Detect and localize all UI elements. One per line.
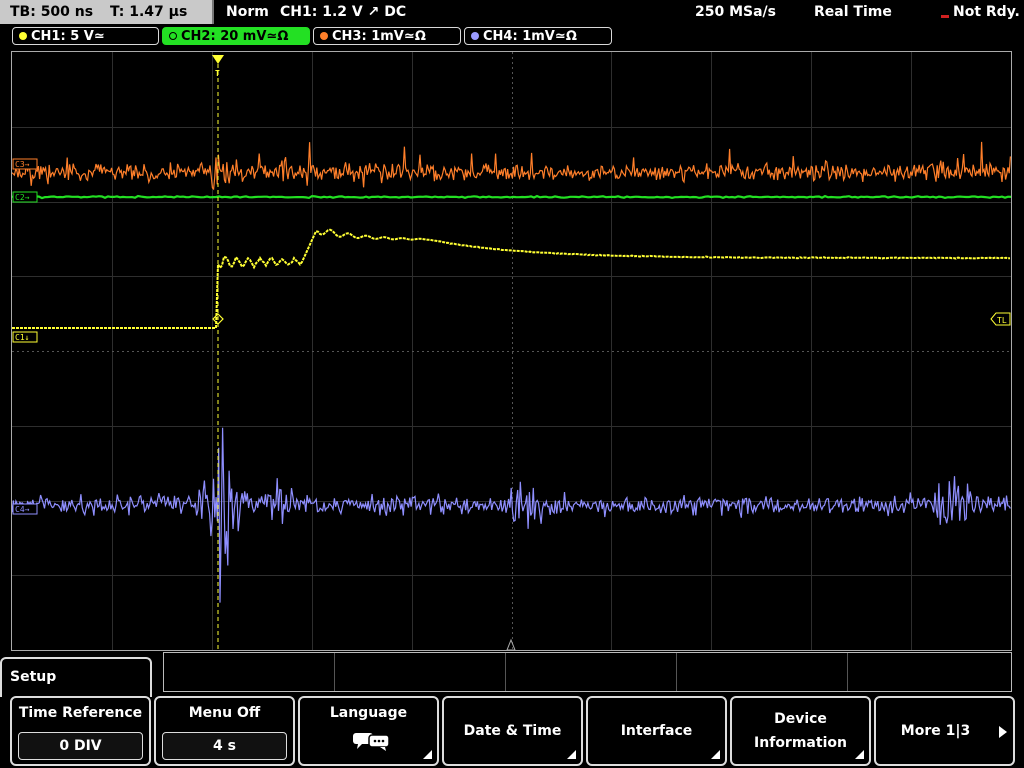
waveform-display[interactable]: T C3→ C2→ C1↓ C4→ TL: [11, 51, 1012, 651]
channel-4-dot-icon: [471, 32, 479, 40]
channel-2-trace: [12, 194, 1011, 200]
time-reference-softkey[interactable]: Time Reference 0 DIV: [10, 696, 151, 766]
timebase-label: TB: 500 ns: [10, 4, 94, 20]
channel-1-dot-icon: [19, 32, 27, 40]
more-softkey[interactable]: More 1|3: [874, 696, 1015, 766]
trigger-info-label[interactable]: CH1: 1.2 V ↗ DC: [280, 0, 406, 24]
channel-4-button[interactable]: CH4: 1mV≃Ω: [464, 27, 612, 45]
device-information-softkey[interactable]: Device Information: [730, 696, 871, 766]
trigger-time-label: T: 1.47 µs: [109, 4, 188, 20]
speech-bubbles-icon: [352, 730, 392, 756]
channel-4-trace: [12, 427, 1011, 603]
trigger-level-marker[interactable]: TL: [990, 312, 1011, 326]
menu-off-value[interactable]: 4 s: [162, 732, 287, 760]
device-information-label: Device Information: [754, 711, 847, 751]
svg-text:C3→: C3→: [15, 160, 30, 169]
submenu-indicator-icon: [567, 750, 576, 759]
time-reference-label: Time Reference: [18, 705, 143, 721]
info-cell: [677, 653, 848, 691]
menu-off-label: Menu Off: [188, 705, 261, 721]
interface-label: Interface: [620, 723, 693, 739]
trigger-position-label: T: [215, 69, 220, 78]
channel-1-trace: [12, 228, 1011, 329]
svg-text:C1↓: C1↓: [15, 333, 29, 342]
svg-text:TL: TL: [997, 316, 1007, 325]
timebase-box[interactable]: TB: 500 ns T: 1.47 µs: [0, 0, 214, 24]
date-time-label: Date & Time: [463, 723, 562, 739]
channel-3-marker[interactable]: C3→: [12, 158, 38, 170]
interface-softkey[interactable]: Interface: [586, 696, 727, 766]
channel-3-trace: [12, 141, 1011, 191]
status-bar: TB: 500 ns T: 1.47 µs Norm CH1: 1.2 V ↗ …: [0, 0, 1024, 26]
submenu-indicator-icon: [423, 750, 432, 759]
channel-1-marker[interactable]: C1↓: [12, 331, 38, 343]
svg-text:C2→: C2→: [15, 193, 30, 202]
language-label: Language: [329, 705, 408, 721]
channel-bar: CH1: 5 V≃ CH2: 20 mV≃Ω CH3: 1mV≃Ω CH4: 1…: [0, 26, 1024, 48]
channel-1-label: CH1: 5 V≃: [31, 29, 105, 44]
menu-info-bar: [163, 652, 1012, 692]
submenu-indicator-icon: [855, 750, 864, 759]
menu-title-tab: Setup: [0, 657, 152, 697]
channel-2-button[interactable]: CH2: 20 mV≃Ω: [162, 27, 310, 45]
language-softkey[interactable]: Language: [298, 696, 439, 766]
info-cell: [506, 653, 677, 691]
channel-3-label: CH3: 1mV≃Ω: [332, 29, 426, 44]
channel-4-label: CH4: 1mV≃Ω: [483, 29, 577, 44]
channel-2-marker[interactable]: C2→: [12, 191, 38, 203]
trigger-mode-label[interactable]: Norm: [226, 0, 269, 24]
channel-2-label: CH2: 20 mV≃Ω: [181, 29, 289, 44]
sample-rate-label: 250 MSa/s: [695, 4, 777, 20]
trigger-position-icon[interactable]: [212, 55, 224, 64]
channel-1-button[interactable]: CH1: 5 V≃: [12, 27, 159, 45]
waveform-canvas: T C3→ C2→ C1↓ C4→ TL: [12, 52, 1011, 650]
time-reference-value[interactable]: 0 DIV: [18, 732, 143, 760]
svg-text:C4→: C4→: [15, 505, 30, 514]
channel-4-marker[interactable]: C4→: [12, 503, 38, 515]
next-page-icon: [999, 726, 1007, 738]
acq-mode-label[interactable]: Real Time: [814, 0, 892, 24]
more-label: More 1|3: [900, 723, 971, 739]
reference-marker-icon: [506, 638, 516, 650]
submenu-indicator-icon: [711, 750, 720, 759]
channel-3-dot-icon: [320, 32, 328, 40]
info-cell: [335, 653, 506, 691]
channel-2-dot-icon: [169, 32, 177, 40]
date-time-softkey[interactable]: Date & Time: [442, 696, 583, 766]
graticule: [12, 52, 1011, 650]
info-cell: [164, 653, 335, 691]
acq-status-label: Not Rdy.: [941, 0, 1020, 24]
channel-3-button[interactable]: CH3: 1mV≃Ω: [313, 27, 461, 45]
menu-off-softkey[interactable]: Menu Off 4 s: [154, 696, 295, 766]
